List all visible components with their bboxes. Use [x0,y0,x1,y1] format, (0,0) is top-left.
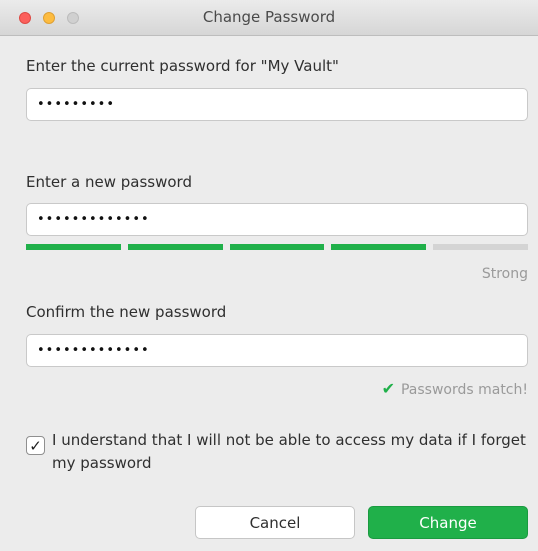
strength-segment-filled [331,244,427,250]
strength-segment-filled [26,244,121,250]
confirm-password-label: Confirm the new password [26,303,227,321]
checkmark-icon: ✓ [29,436,42,455]
new-password-field[interactable] [26,203,528,236]
strength-segment-empty [433,244,528,250]
acknowledgement-row: ✓ I understand that I will not be able t… [26,429,528,475]
password-strength-label: Strong [481,266,528,282]
current-password-field[interactable] [26,88,528,121]
change-password-window: Change Password Enter the current passwo… [0,0,538,551]
confirm-password-field[interactable] [26,334,528,367]
strength-segment-filled [229,244,325,250]
password-match-status: ✔ Passwords match! [382,379,528,398]
password-match-message: Passwords match! [400,382,528,398]
password-strength-meter [26,244,528,250]
current-password-label: Enter the current password for "My Vault… [26,57,339,75]
new-password-label: Enter a new password [26,173,192,191]
change-button[interactable]: Change [368,506,528,539]
strength-segment-filled [127,244,223,250]
checkmark-icon: ✔ [381,379,395,398]
acknowledgement-checkbox[interactable]: ✓ [26,436,45,455]
cancel-button[interactable]: Cancel [195,506,355,539]
window-title: Change Password [202,8,336,26]
title-bar[interactable]: Change Password [0,0,538,36]
acknowledgement-text[interactable]: I understand that I will not be able to … [52,429,528,475]
